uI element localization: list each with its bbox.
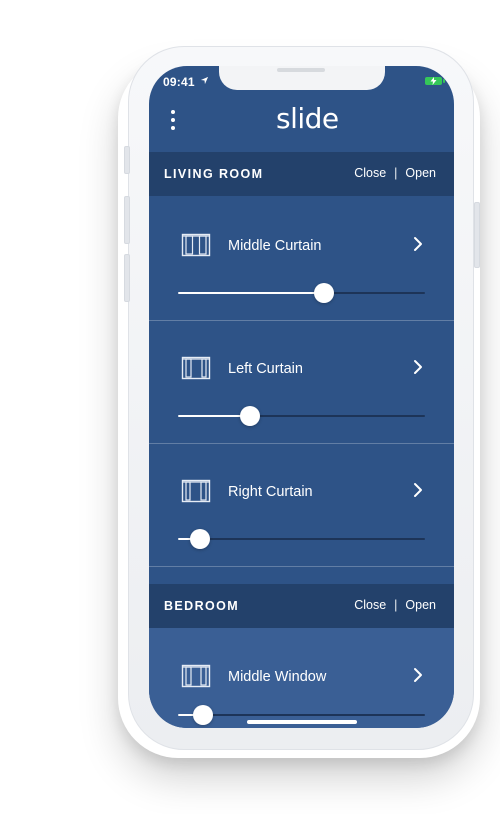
volume-down-button — [124, 254, 130, 302]
slider-fill — [178, 292, 324, 294]
app-header: slide — [149, 100, 454, 152]
chevron-right-icon[interactable] — [412, 482, 424, 498]
device-name: Middle Curtain — [228, 238, 322, 254]
section-actions: Close | Open — [354, 598, 436, 612]
position-slider[interactable] — [178, 406, 425, 426]
slider-thumb[interactable] — [192, 705, 213, 725]
device-name: Left Curtain — [228, 361, 303, 377]
silent-switch — [124, 146, 130, 174]
curtain-right-icon — [181, 479, 211, 503]
status-time: 09:41 — [163, 75, 195, 89]
device-name: Middle Window — [228, 669, 327, 685]
location-arrow-icon — [200, 76, 209, 85]
home-indicator — [247, 720, 357, 724]
chevron-right-icon[interactable] — [412, 667, 424, 683]
open-all-button[interactable]: Open — [405, 598, 436, 612]
close-all-button[interactable]: Close — [354, 166, 386, 180]
battery-charging-icon — [425, 77, 445, 85]
power-button — [474, 202, 480, 268]
slider-fill — [178, 415, 250, 417]
chevron-right-icon[interactable] — [412, 359, 424, 375]
open-all-button[interactable]: Open — [405, 166, 436, 180]
notch — [219, 66, 385, 90]
slider-track — [178, 538, 425, 540]
slider-thumb[interactable] — [239, 406, 260, 426]
curtain-middle-icon — [181, 664, 211, 688]
action-separator: | — [394, 166, 398, 180]
app-screen: 09:41 slide LIVING ROOM Close | Open Middl… — [149, 66, 454, 728]
device-row-left-curtain[interactable]: Left Curtain — [149, 321, 454, 444]
section-title: BEDROOM — [164, 599, 240, 613]
position-slider[interactable] — [178, 529, 425, 549]
volume-up-button — [124, 196, 130, 244]
device-row-right-curtain[interactable]: Right Curtain — [149, 444, 454, 567]
device-row-middle-curtain[interactable]: Middle Curtain — [149, 198, 454, 321]
curtain-left-icon — [181, 356, 211, 380]
slider-thumb[interactable] — [190, 529, 211, 549]
position-slider[interactable] — [178, 283, 425, 303]
section-gap — [149, 567, 454, 584]
slider-thumb[interactable] — [313, 283, 334, 303]
device-row-middle-window[interactable]: Middle Window — [149, 628, 454, 728]
section-actions: Close | Open — [354, 166, 436, 180]
close-all-button[interactable]: Close — [354, 598, 386, 612]
slider-track — [178, 714, 425, 716]
chevron-right-icon[interactable] — [412, 236, 424, 252]
curtain-middle-icon — [181, 233, 211, 257]
section-header-bedroom: BEDROOM Close | Open — [149, 584, 454, 628]
device-name: Right Curtain — [228, 484, 313, 500]
section-title: LIVING ROOM — [164, 167, 264, 181]
app-logo: slide — [276, 102, 339, 135]
vertical-dots-menu-icon[interactable] — [166, 108, 180, 132]
section-header-living-room: LIVING ROOM Close | Open — [149, 152, 454, 196]
speaker-grille — [277, 68, 325, 72]
action-separator: | — [394, 598, 398, 612]
